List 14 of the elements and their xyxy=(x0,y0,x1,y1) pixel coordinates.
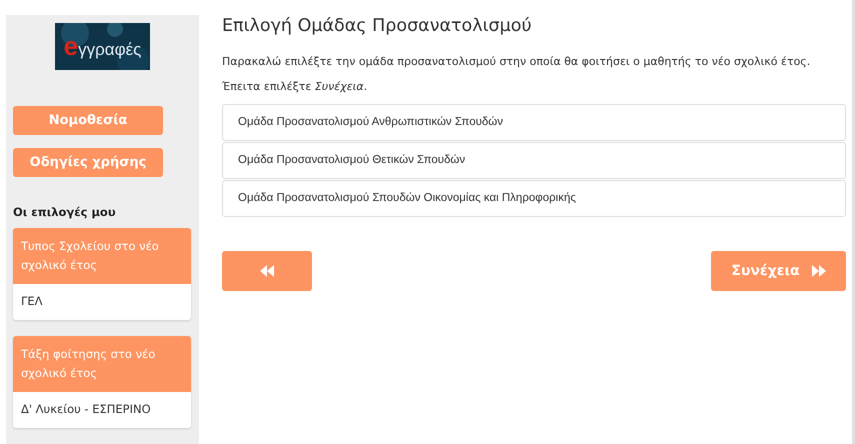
back-button[interactable] xyxy=(222,251,312,291)
card-value: Δ' Λυκείου - ΕΣΠΕΡΙΝΟ xyxy=(20,401,152,418)
double-right-arrow-icon xyxy=(812,265,826,277)
instructions-text: Παρακαλώ επιλέξτε την ομάδα προσανατολισμού στην οποία θα φοιτήσει ο μαθητής το νέο σχολικό έτος. Έπειτα επιλέξτε Συνέχεια. xyxy=(222,54,812,95)
option-item[interactable]: Ομάδα Προσανατολισμού Ανθρωπιστικών Σπουδών xyxy=(222,104,846,141)
logo: eγγραφές xyxy=(55,23,150,70)
page-title: Επιλογή Ομάδας Προσανατολισμού xyxy=(222,15,533,37)
option-item[interactable]: Ομάδα Προσανατολισμού Θετικών Σπουδών xyxy=(222,142,846,179)
card-header: Τυπος Σχολείου στο νέο σχολικό έτος xyxy=(13,228,191,284)
double-left-arrow-icon xyxy=(260,265,274,277)
option-item[interactable]: Ομάδα Προσανατολισμού Σπουδών Οικονομίας και Πληροφορικής xyxy=(222,180,846,217)
card-value: ΓΕΛ xyxy=(20,293,44,310)
card-header: Τάξη φοίτησης στο νέο σχολικό έτος xyxy=(13,336,191,392)
section-heading: Οι επιλογές μου xyxy=(13,205,117,219)
